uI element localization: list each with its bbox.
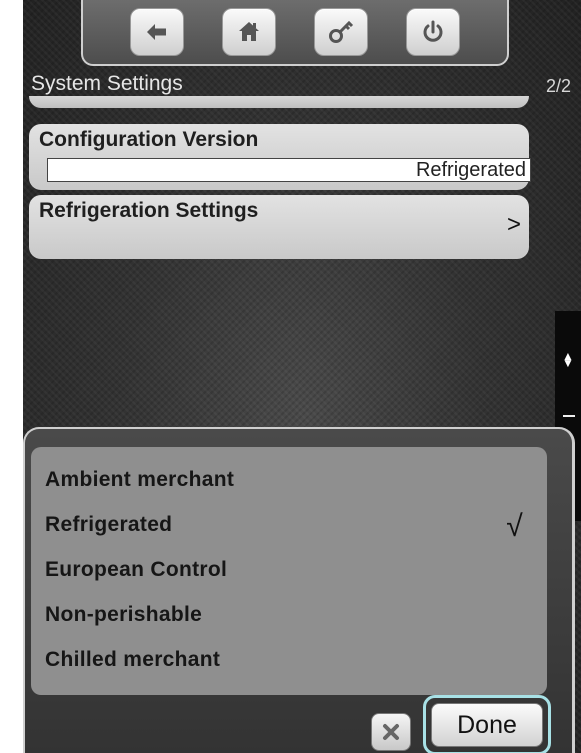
device-screen: System Settings 2/2 Configuration Versio… <box>23 0 581 753</box>
option-non-perishable[interactable]: Non-perishable <box>31 604 547 649</box>
configuration-version-label: Configuration Version <box>39 128 259 151</box>
cancel-button[interactable] <box>371 713 411 751</box>
option-label: Ambient merchant <box>45 468 235 491</box>
page-title: System Settings <box>31 72 183 95</box>
option-list: Ambient merchant Refrigerated √ European… <box>31 447 547 695</box>
option-european-control[interactable]: European Control <box>31 559 547 604</box>
top-nav-bar <box>81 0 509 66</box>
option-label: Chilled merchant <box>45 648 221 671</box>
configuration-version-row[interactable]: Configuration Version Refrigerated <box>29 124 531 190</box>
option-refrigerated[interactable]: Refrigerated √ <box>31 510 547 559</box>
option-label: European Control <box>45 558 228 581</box>
option-label: Refrigerated <box>45 513 173 536</box>
option-picker-popup: Ambient merchant Refrigerated √ European… <box>23 427 575 753</box>
option-chilled-merchant[interactable]: Chilled merchant <box>31 649 547 694</box>
option-ambient-merchant[interactable]: Ambient merchant <box>31 469 547 514</box>
close-icon <box>383 724 399 740</box>
key-button[interactable] <box>314 8 368 56</box>
home-icon <box>239 22 259 41</box>
back-arrow-icon <box>147 24 166 40</box>
scroll-indicator <box>563 415 575 417</box>
checkmark-icon: √ <box>506 510 523 543</box>
key-icon <box>329 20 354 43</box>
option-label: Non-perishable <box>45 603 203 626</box>
page-indicator: 2/2 <box>545 76 571 96</box>
done-button-focus-ring: Done <box>423 695 551 753</box>
previous-row-sliver[interactable] <box>29 96 529 108</box>
refrigeration-settings-label: Refrigeration Settings <box>39 199 259 222</box>
back-button[interactable] <box>130 8 184 56</box>
home-button[interactable] <box>222 8 276 56</box>
scroll-arrows-icon: ▲ ▼ <box>562 349 574 370</box>
power-button[interactable] <box>406 8 460 56</box>
chevron-right-icon: > <box>506 211 521 238</box>
done-button[interactable]: Done <box>431 703 543 747</box>
configuration-version-value[interactable]: Refrigerated <box>47 158 531 182</box>
refrigeration-settings-row[interactable]: Refrigeration Settings > <box>29 195 529 259</box>
power-icon <box>423 20 443 42</box>
